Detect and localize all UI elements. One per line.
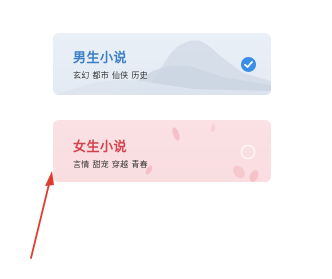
female-novels-title: 女生小说 bbox=[73, 140, 128, 155]
check-circle-icon[interactable] bbox=[241, 57, 256, 72]
female-novels-card[interactable]: 女生小说 言情 甜宠 穿越 青春 bbox=[53, 120, 271, 182]
male-novels-title: 男生小说 bbox=[73, 51, 128, 66]
male-novels-card[interactable]: 男生小说 玄幻 都市 仙侠 历史 bbox=[53, 33, 271, 95]
empty-circle-icon[interactable] bbox=[241, 145, 255, 159]
checkmark-icon bbox=[244, 61, 253, 68]
gender-preference-screen: 男生小说 玄幻 都市 仙侠 历史 女生小说 言情 甜宠 穿越 青春 bbox=[0, 0, 332, 279]
male-novels-genres: 玄幻 都市 仙侠 历史 bbox=[73, 71, 148, 80]
female-novels-genres: 言情 甜宠 穿越 青春 bbox=[73, 160, 148, 169]
